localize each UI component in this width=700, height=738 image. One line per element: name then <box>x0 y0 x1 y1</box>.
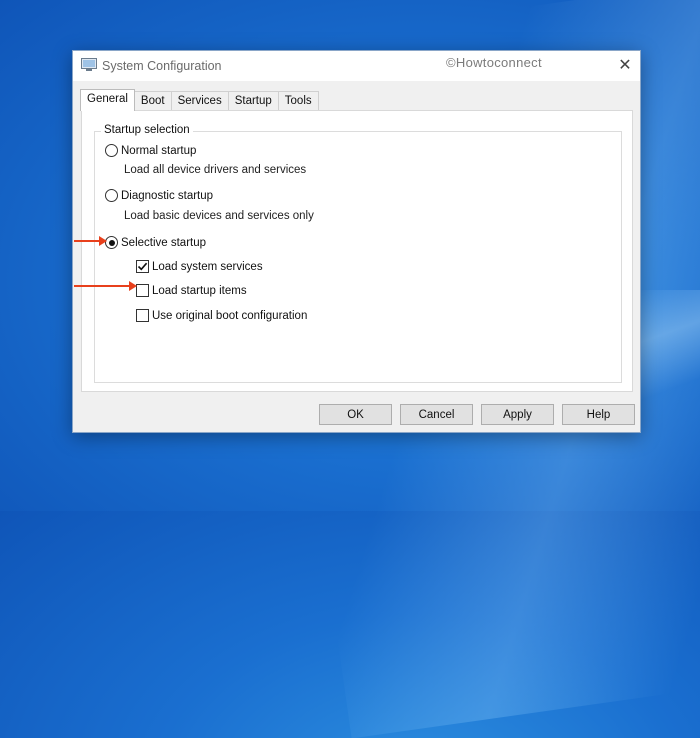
startup-selection-group: Startup selection Normal startup Load al… <box>94 124 622 383</box>
use-original-boot-config-check-box[interactable] <box>136 309 149 322</box>
apply-button[interactable]: Apply <box>481 404 554 425</box>
normal-startup-radio-indicator[interactable] <box>105 144 118 157</box>
close-button[interactable]: ✕ <box>610 51 640 79</box>
cancel-button[interactable]: Cancel <box>400 404 473 425</box>
selective-startup-label: Selective startup <box>121 236 207 249</box>
load-system-services-check-box[interactable] <box>136 260 149 273</box>
normal-startup-description: Load all device drivers and services <box>124 164 307 176</box>
close-icon: ✕ <box>618 57 632 74</box>
tab-tools[interactable]: Tools <box>277 91 319 111</box>
normal-startup-label: Normal startup <box>121 144 197 157</box>
help-button[interactable]: Help <box>562 404 635 425</box>
general-tab-panel: Startup selection Normal startup Load al… <box>81 110 633 392</box>
load-startup-items-checkbox[interactable]: Load startup items <box>136 284 247 297</box>
tab-services[interactable]: Services <box>170 91 229 111</box>
load-startup-items-label: Load startup items <box>152 284 247 297</box>
ok-button[interactable]: OK <box>319 404 392 425</box>
window-title: System Configuration <box>102 59 222 73</box>
tab-strip: General Boot Services Startup Tools <box>80 89 319 111</box>
diagnostic-startup-label: Diagnostic startup <box>121 189 214 202</box>
tab-general[interactable]: General <box>80 89 135 111</box>
load-system-services-label: Load system services <box>152 260 263 273</box>
annotation-arrow-startup-items <box>74 281 137 291</box>
tab-boot[interactable]: Boot <box>133 91 172 111</box>
msconfig-app-icon <box>81 58 97 72</box>
title-bar: System Configuration ©Howtoconnect ✕ <box>73 51 640 81</box>
startup-selection-legend: Startup selection <box>101 124 193 136</box>
normal-startup-radio[interactable]: Normal startup <box>105 144 196 157</box>
diagnostic-startup-description: Load basic devices and services only <box>124 210 314 222</box>
load-system-services-checkbox[interactable]: Load system services <box>136 260 263 273</box>
diagnostic-startup-radio[interactable]: Diagnostic startup <box>105 189 213 202</box>
load-startup-items-check-box[interactable] <box>136 284 149 297</box>
system-configuration-window: System Configuration ©Howtoconnect ✕ Gen… <box>72 50 641 433</box>
annotation-arrow-selective <box>74 236 107 246</box>
checkmark-icon <box>137 262 148 271</box>
selective-startup-radio[interactable]: Selective startup <box>105 236 206 249</box>
use-original-boot-config-checkbox[interactable]: Use original boot configuration <box>136 309 307 322</box>
tab-startup[interactable]: Startup <box>227 91 279 111</box>
diagnostic-startup-radio-indicator[interactable] <box>105 189 118 202</box>
use-original-boot-config-label: Use original boot configuration <box>152 309 308 322</box>
watermark-text: ©Howtoconnect <box>446 55 542 70</box>
